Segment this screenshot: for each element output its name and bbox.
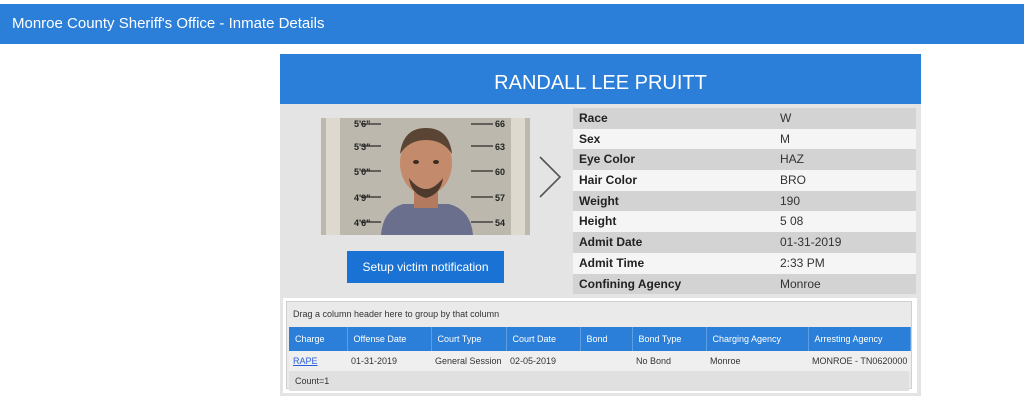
detail-value: 190 (780, 193, 801, 208)
column-header-arresting-agency[interactable]: Arresting Agency (808, 327, 911, 351)
height-mark: 4'6" (354, 218, 370, 228)
setup-victim-notification-button[interactable]: Setup victim notification (347, 251, 504, 283)
inmate-photo: 5'6" 5'3" 5'0" 4'9" 4'6" 66 63 60 57 54 (321, 118, 530, 235)
charging-agency-cell: Monroe (706, 351, 808, 371)
column-header-charge[interactable]: Charge (289, 327, 348, 351)
detail-row: Admit Time 2:33 PM (573, 252, 916, 274)
detail-label: Weight (579, 193, 619, 208)
height-mark: 54 (495, 218, 505, 228)
top-bar: Monroe County Sheriff's Office - Inmate … (0, 4, 1024, 44)
detail-label: Admit Date (579, 235, 643, 250)
header-row: Charge Offense Date Court Type Court Dat… (289, 327, 911, 351)
charges-grid-inner: Drag a column header here to group by th… (286, 301, 912, 391)
page-title: Monroe County Sheriff's Office - Inmate … (12, 15, 325, 32)
detail-label: Hair Color (579, 173, 638, 188)
column-header-court-date[interactable]: Court Date (506, 327, 581, 351)
bond-type-cell: No Bond (632, 351, 706, 371)
charges-table: Charge Offense Date Court Type Court Dat… (289, 327, 911, 371)
charge-link[interactable]: RAPE (293, 356, 318, 366)
height-mark: 5'3" (354, 142, 370, 152)
height-mark: 60 (495, 167, 505, 177)
detail-value: HAZ (780, 152, 804, 167)
arresting-agency-cell: MONROE - TN0620000 (808, 351, 911, 371)
detail-value: M (780, 131, 790, 146)
column-header-court-type[interactable]: Court Type (431, 327, 507, 351)
detail-row: Hair Color BRO (573, 170, 916, 191)
charge-cell: RAPE (289, 351, 347, 371)
detail-row: Eye Color HAZ (573, 149, 916, 171)
detail-row: Race W (573, 108, 916, 129)
height-mark: 4'9" (354, 193, 370, 203)
detail-label: Confining Agency (579, 276, 682, 291)
detail-value: 5 08 (780, 214, 804, 229)
detail-value: Monroe (780, 276, 821, 291)
inmate-details-table: Race W Sex M Eye Color HAZ Hair Color BR… (573, 108, 916, 295)
row-count: Count=1 (289, 371, 909, 391)
detail-row: Height 5 08 (573, 211, 916, 233)
group-by-panel[interactable]: Drag a column header here to group by th… (287, 302, 911, 327)
detail-value: BRO (780, 173, 807, 188)
detail-label: Race (579, 111, 608, 125)
charges-grid: Drag a column header here to group by th… (283, 298, 917, 393)
detail-value: 2:33 PM (780, 255, 825, 270)
detail-label: Admit Time (579, 255, 645, 270)
detail-row: Confining Agency Monroe (573, 273, 916, 295)
detail-row: Admit Date 01-31-2019 (573, 232, 916, 253)
chevron-right-icon (539, 156, 562, 198)
height-mark: 5'6" (354, 119, 370, 129)
column-header-bond[interactable]: Bond (580, 327, 633, 351)
offense-date-cell: 01-31-2019 (347, 351, 431, 371)
detail-label: Eye Color (579, 152, 636, 167)
column-header-charging-agency[interactable]: Charging Agency (706, 327, 809, 351)
detail-row: Weight 190 (573, 190, 916, 212)
detail-label: Sex (579, 131, 601, 146)
bond-cell (580, 351, 632, 371)
height-mark: 57 (495, 193, 505, 203)
detail-row: Sex M (573, 128, 916, 150)
height-mark: 66 (495, 119, 505, 129)
inmate-name-bar: RANDALL LEE PRUITT (280, 54, 921, 104)
detail-label: Height (579, 214, 617, 229)
column-header-bond-type[interactable]: Bond Type (632, 327, 707, 351)
height-mark: 5'0" (354, 167, 370, 177)
column-header-offense-date[interactable]: Offense Date (347, 327, 432, 351)
detail-value: 01-31-2019 (780, 235, 842, 250)
inmate-panel: RANDALL LEE PRUITT 5'6" 5'3" 5'0" 4'9" 4… (280, 54, 921, 396)
table-row: RAPE 01-31-2019 General Session 02-05-20… (289, 351, 911, 371)
height-mark: 63 (495, 142, 505, 152)
court-type-cell: General Session (431, 351, 506, 371)
detail-value: W (780, 111, 792, 125)
inmate-name: RANDALL LEE PRUITT (494, 72, 707, 94)
court-date-cell: 02-05-2019 (506, 351, 580, 371)
